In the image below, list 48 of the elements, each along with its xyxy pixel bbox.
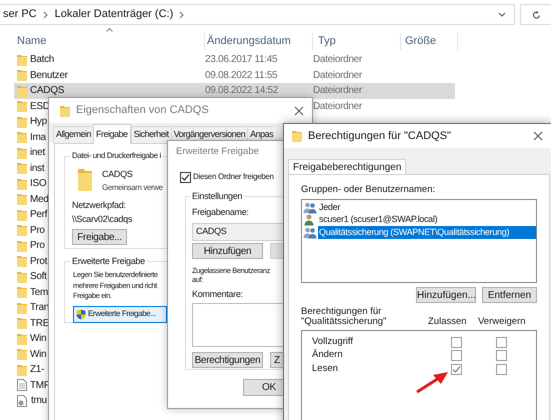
window-title: Berechtigungen für "CADQS" [308,128,452,144]
file-name: Soft [30,270,47,284]
modified-date: 09.08.2022 14:52 [205,85,278,96]
file-name: Win [30,332,46,346]
file-name: Win [30,348,46,362]
file-name: Z1- [30,363,44,378]
file-name: inet [30,146,45,160]
group-title: Erweiterte Freigabe [70,255,147,268]
field-label: "Qualitätssicherung" [301,317,386,328]
file-type: Dateiordner [313,100,362,112]
file-name: CADQS [30,84,64,98]
column-header: Verweigern [478,317,526,328]
file-name: Batch [30,53,54,68]
file-name: inst [30,162,44,176]
network-path: \\Scarv02\cadqs [72,212,132,226]
file-name: Med [30,192,49,207]
file-type: Dateiordner [313,85,362,96]
group-title: Datei- und Druckerfreigabe i [70,150,163,162]
field-label: Freigabename: [192,206,249,219]
file-name: Pro [30,239,45,254]
file-name: Pro [30,224,45,238]
folder-name: CADQS [102,168,134,181]
file-name: ISO [30,177,46,192]
share-status: Gemeinsam verwe [102,182,163,194]
field-label: Kommentare: [192,288,243,300]
field-label: Berechtigungen für [301,307,382,318]
column-header: Zulassen [428,317,468,328]
file-name: Prot [30,254,48,269]
file-name: Ima [30,130,46,145]
file-name: TRE [30,316,50,331]
window-title: Eigenschaften von CADQS [76,103,210,118]
file-name: Perf [30,208,48,222]
permission-name: Vollzugriff [312,334,354,349]
file-name: Benutzer [30,68,68,83]
field-label: Gruppen- oder Benutzernamen: [301,183,436,197]
permission-name: Lesen [312,362,338,376]
file-name: Hyp [30,115,47,130]
file-name: tmu [31,394,47,408]
window-title: Erweiterte Freigabe [176,144,259,159]
modified-date: 23.06.2017 11:45 [205,54,278,66]
permission-name: Ändern [312,348,343,362]
file-type: Dateiordner [313,70,362,81]
file-name: Tem [30,286,48,300]
group-title: Einstellungen [190,190,244,204]
checkbox-label: Diesen Ordner freigeben [193,171,274,183]
field-label: Netzwerkpfad: [72,199,126,212]
modified-date: 09.08.2022 11:55 [205,70,278,81]
file-type: Dateiordner [313,54,362,66]
